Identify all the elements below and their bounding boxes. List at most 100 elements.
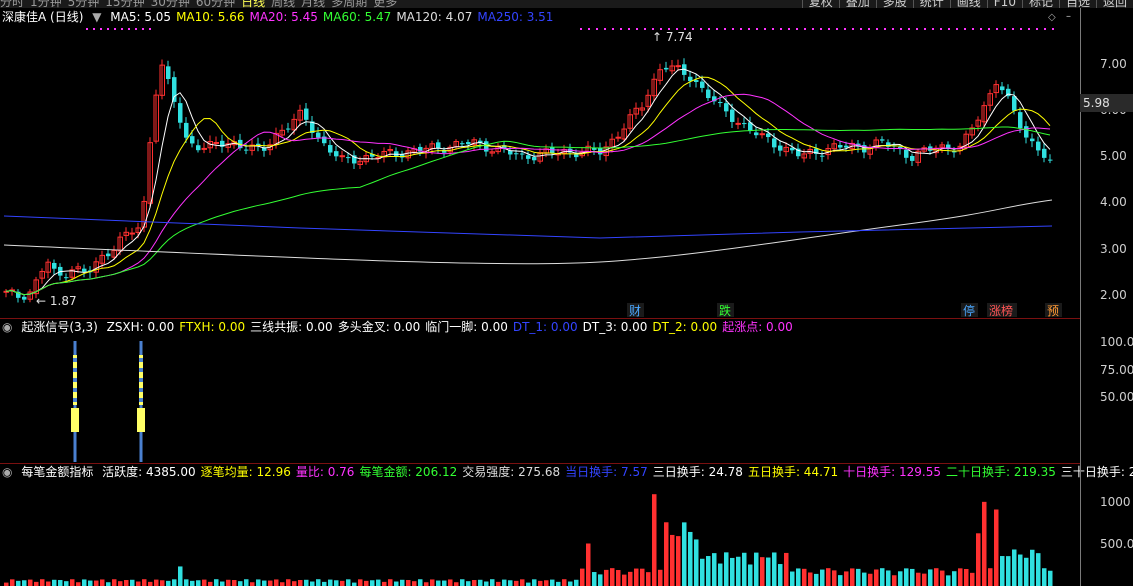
event-marker: 预 <box>1047 304 1059 318</box>
stock-chart-canvas[interactable]: ↑ 7.74 ← 1.87 财 跌 停涨榜 预 <box>0 0 1080 586</box>
volume-bar <box>916 572 921 586</box>
signal-dot <box>852 28 854 30</box>
event-marker: 涨榜 <box>989 303 1013 318</box>
volume-bar <box>58 580 63 586</box>
signal-dot <box>676 28 678 30</box>
signal-dot <box>121 28 123 30</box>
signal-dot <box>1028 28 1030 30</box>
volume-bar <box>370 580 375 586</box>
signal-dot <box>788 28 790 30</box>
signal-dot <box>940 28 942 30</box>
volume-bar <box>760 557 765 586</box>
candle-body <box>574 154 579 158</box>
signal-dot <box>740 28 742 30</box>
signal-dot <box>772 28 774 30</box>
candle-body <box>394 151 399 157</box>
candle-body <box>178 103 183 123</box>
volume-bar <box>130 579 135 586</box>
volume-bar <box>70 579 75 586</box>
candle-body <box>172 77 177 102</box>
axis-tick-label: 100.0 <box>1100 335 1133 349</box>
signal-dot <box>1044 28 1046 30</box>
volume-bar <box>952 571 957 586</box>
volume-bar <box>838 575 843 586</box>
volume-bar <box>946 575 951 586</box>
volume-bar <box>742 552 747 586</box>
volume-bar <box>448 579 453 586</box>
volume-bar <box>454 582 459 586</box>
signal-dot <box>932 28 934 30</box>
volume-bar <box>430 579 435 586</box>
signal-bar-dash <box>139 398 143 402</box>
volume-bar <box>148 581 153 586</box>
high-price-label: ↑ 7.74 <box>652 30 693 44</box>
signal-dot <box>620 28 622 30</box>
volume-bar <box>496 581 501 586</box>
candle-body <box>213 141 219 144</box>
volume-bar <box>388 579 393 586</box>
volume-bar <box>94 580 99 586</box>
candle-body <box>1042 148 1047 158</box>
volume-bar <box>712 553 717 586</box>
signal-dot <box>900 28 902 30</box>
candle-body <box>484 141 489 152</box>
volume-bar <box>1006 556 1011 586</box>
volume-bar <box>460 579 465 586</box>
signal-dot <box>644 28 646 30</box>
volume-bar <box>826 568 831 586</box>
low-price-label: ← 1.87 <box>36 294 77 308</box>
volume-bar <box>232 580 237 586</box>
ma-line <box>5 93 1051 296</box>
signal-dot <box>836 28 838 30</box>
current-price-label: 5.98 <box>1080 94 1133 112</box>
signal-dot <box>628 28 630 30</box>
volume-bar <box>670 534 675 586</box>
signal-dot <box>804 28 806 30</box>
candle-body <box>615 136 621 139</box>
candle-body <box>316 132 321 138</box>
volume-bar <box>802 568 807 586</box>
signal-dot <box>892 28 894 30</box>
volume-bar <box>862 572 867 586</box>
candle-body <box>706 89 711 99</box>
signal-dot <box>100 28 102 30</box>
volume-bar <box>184 579 189 586</box>
volume-bar <box>748 564 753 586</box>
candle-body <box>664 67 669 70</box>
volume-bar <box>988 568 993 586</box>
volume-bar <box>658 569 663 586</box>
volume-bar <box>808 572 813 586</box>
volume-bar <box>328 579 333 586</box>
volume-bar <box>34 581 39 586</box>
volume-bar <box>118 581 123 586</box>
signal-dot <box>924 28 926 30</box>
volume-bar <box>214 579 219 586</box>
signal-bar-highlight <box>71 408 79 432</box>
volume-bar <box>976 533 981 586</box>
volume-bar <box>664 522 669 586</box>
volume-bar <box>1000 556 1005 586</box>
candle-body <box>1024 126 1029 138</box>
volume-bar <box>640 568 645 586</box>
candle-body <box>166 66 171 79</box>
volume-bar <box>172 579 177 586</box>
volume-bar <box>790 571 795 586</box>
signal-dot <box>876 28 878 30</box>
volume-bar <box>820 569 825 586</box>
candle-body <box>184 122 189 138</box>
candle-body <box>904 149 909 158</box>
volume-bar <box>652 494 657 586</box>
candle-body <box>244 149 249 151</box>
tool-button-8[interactable]: 返回 <box>1095 0 1133 8</box>
volume-bar <box>382 581 387 586</box>
volume-bar <box>322 581 327 586</box>
signal-dot <box>916 28 918 30</box>
candle-body <box>346 157 351 159</box>
volume-bar <box>310 581 315 586</box>
volume-bar <box>736 556 741 586</box>
volume-bar <box>544 580 549 586</box>
volume-bar <box>418 579 423 586</box>
signal-bar-dash <box>139 368 143 372</box>
volume-bar <box>832 570 837 586</box>
volume-bar <box>412 581 417 586</box>
